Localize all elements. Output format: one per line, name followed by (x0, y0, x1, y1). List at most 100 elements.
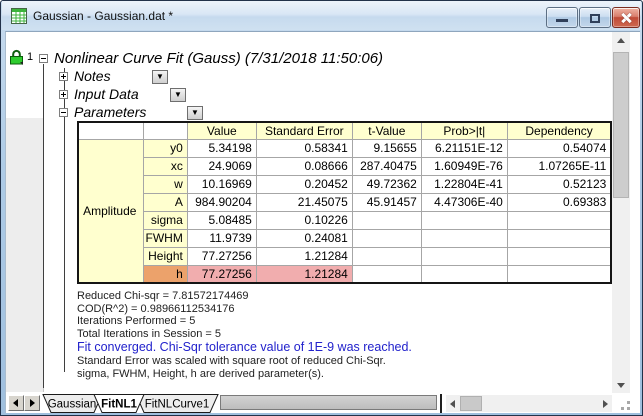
header-standard-error: Standard Error (255, 121, 353, 140)
param-name-cell: y0 (142, 138, 188, 158)
table-row: Amplitude y0 5.34198 0.58341 9.15655 6.2… (77, 138, 612, 284)
prob-cell: 1.22804E-41 (420, 174, 508, 194)
prob-cell: 4.47306E-40 (420, 192, 508, 212)
param-name-cell: A (142, 192, 188, 212)
t-value-cell (351, 228, 422, 248)
row-number-badge: 1 (27, 51, 34, 63)
value-cell: 24.9069 (186, 156, 257, 176)
section-label-input-data[interactable]: Input Data (74, 86, 139, 102)
section-label-parameters[interactable]: Parameters (74, 104, 146, 120)
std-error-cell-highlighted: 1.21284 (255, 264, 353, 284)
origin-report-window: Gaussian - Gaussian.dat * 1 Nonlinear Cu… (0, 0, 643, 416)
param-name-cell: xc (142, 156, 188, 176)
stat-line: sigma, FWHM, Height, h are derived param… (77, 367, 324, 380)
horizontal-scrollbar[interactable] (446, 395, 612, 412)
tab-label-gaussian[interactable]: Gaussian (48, 399, 97, 411)
std-error-cell: 0.58341 (255, 138, 353, 158)
collapse-box-parameters[interactable] (59, 108, 68, 117)
parameters-dropdown-button[interactable]: ▼ (187, 106, 203, 120)
dependency-cell: 0.52123 (506, 174, 612, 194)
expand-box-input-data[interactable] (59, 90, 68, 99)
arrow-right-icon (603, 399, 608, 408)
minimize-icon (556, 19, 568, 22)
stat-line: COD(R^2) = 0.98966112534176 (77, 302, 235, 315)
value-cell: 77.27256 (186, 246, 257, 266)
worksheet-icon (11, 8, 27, 24)
dependency-cell (506, 264, 612, 284)
stat-line: Standard Error was scaled with square ro… (77, 354, 386, 367)
collapse-box-root[interactable] (39, 54, 48, 63)
restore-icon (590, 13, 600, 23)
expand-box-notes[interactable] (59, 72, 68, 81)
arrow-right-icon (30, 399, 35, 407)
t-value-cell: 9.15655 (351, 138, 422, 158)
prob-cell (420, 246, 508, 266)
horizontal-scrollbar-thumb[interactable] (460, 396, 482, 411)
header-blank (77, 121, 144, 140)
prob-cell (420, 264, 508, 284)
param-name-cell: w (142, 174, 188, 194)
scroll-right-button[interactable] (598, 395, 612, 412)
param-name-cell: sigma (142, 210, 188, 230)
group-label-cell: Amplitude (77, 138, 144, 284)
header-prob: Prob>|t| (420, 121, 508, 140)
stat-line: Iterations Performed = 5 (77, 315, 196, 328)
report-sheet: 1 Nonlinear Curve Fit (Gauss) (7/31/2018… (5, 31, 640, 413)
vertical-scrollbar[interactable] (612, 32, 630, 393)
tab-label-fitnlcurve1[interactable]: FitNLCurve1 (145, 399, 210, 411)
fit-statistics-block: Reduced Chi-sqr = 7.81572174469 COD(R^2)… (77, 291, 412, 381)
header-value: Value (186, 121, 257, 140)
t-value-cell: 45.91457 (351, 192, 422, 212)
tree-connector-line (43, 64, 44, 388)
tab-scroll-left-button[interactable] (8, 395, 24, 411)
table-row: sigma 5.08485 0.10226 (78, 210, 612, 230)
minimize-button[interactable] (546, 7, 578, 28)
tab-scroll-right-button[interactable] (24, 395, 40, 411)
table-row: FWHM 11.9739 0.24081 (78, 228, 612, 248)
recalculate-lock-icon[interactable] (9, 49, 24, 65)
tab-scrollbar-divider[interactable] (440, 394, 442, 413)
tab-bar-filler (220, 395, 437, 410)
row-margin-strip (6, 118, 44, 392)
std-error-cell: 0.24081 (255, 228, 353, 248)
param-name-cell-highlighted: h (142, 264, 188, 284)
table-row: xc 24.9069 0.08666 287.40475 1.60949E-76… (78, 156, 612, 176)
dependency-cell: 1.07265E-11 (506, 156, 612, 176)
param-name-cell: Height (142, 246, 188, 266)
tab-label-fitnl1[interactable]: FitNL1 (101, 399, 137, 411)
scroll-left-button[interactable] (446, 395, 460, 412)
dependency-cell (506, 246, 612, 266)
table-row: Height 77.27256 1.21284 (78, 246, 612, 266)
t-value-cell (351, 264, 422, 284)
value-cell-highlighted: 77.27256 (186, 264, 257, 284)
arrow-down-icon (617, 382, 625, 388)
scroll-down-button[interactable] (612, 376, 630, 393)
std-error-cell: 0.08666 (255, 156, 353, 176)
vertical-scrollbar-thumb[interactable] (613, 52, 629, 198)
section-label-notes[interactable]: Notes (74, 68, 111, 84)
report-root-title[interactable]: Nonlinear Curve Fit (Gauss) (7/31/2018 1… (54, 50, 383, 67)
notes-dropdown-button[interactable]: ▼ (152, 70, 168, 84)
close-button[interactable] (612, 7, 640, 28)
std-error-cell: 1.21284 (255, 246, 353, 266)
fit-converged-message: Fit converged. Chi-Sqr tolerance value o… (77, 340, 412, 355)
sheet-tab-bar: Gaussian FitNLCurve1 FitNL1 (6, 393, 640, 413)
restore-button[interactable] (579, 7, 611, 28)
value-cell: 5.08485 (186, 210, 257, 230)
table-row: w 10.16969 0.20452 49.72362 1.22804E-41 … (78, 174, 612, 194)
t-value-cell (351, 246, 422, 266)
table-header-row: Value Standard Error t-Value Prob>|t| De… (77, 121, 612, 140)
arrow-up-icon (617, 37, 625, 43)
window-title: Gaussian - Gaussian.dat * (33, 9, 174, 23)
dependency-cell: 0.69383 (506, 192, 612, 212)
input-data-dropdown-button[interactable]: ▼ (170, 88, 186, 102)
stat-line: Reduced Chi-sqr = 7.81572174469 (77, 290, 249, 302)
scroll-up-button[interactable] (612, 32, 630, 49)
prob-cell (420, 210, 508, 230)
titlebar[interactable]: Gaussian - Gaussian.dat * (2, 1, 641, 30)
prob-cell (420, 228, 508, 248)
header-blank (142, 121, 188, 140)
resize-grip[interactable] (618, 398, 630, 410)
close-icon (620, 12, 632, 24)
std-error-cell: 21.45075 (255, 192, 353, 212)
